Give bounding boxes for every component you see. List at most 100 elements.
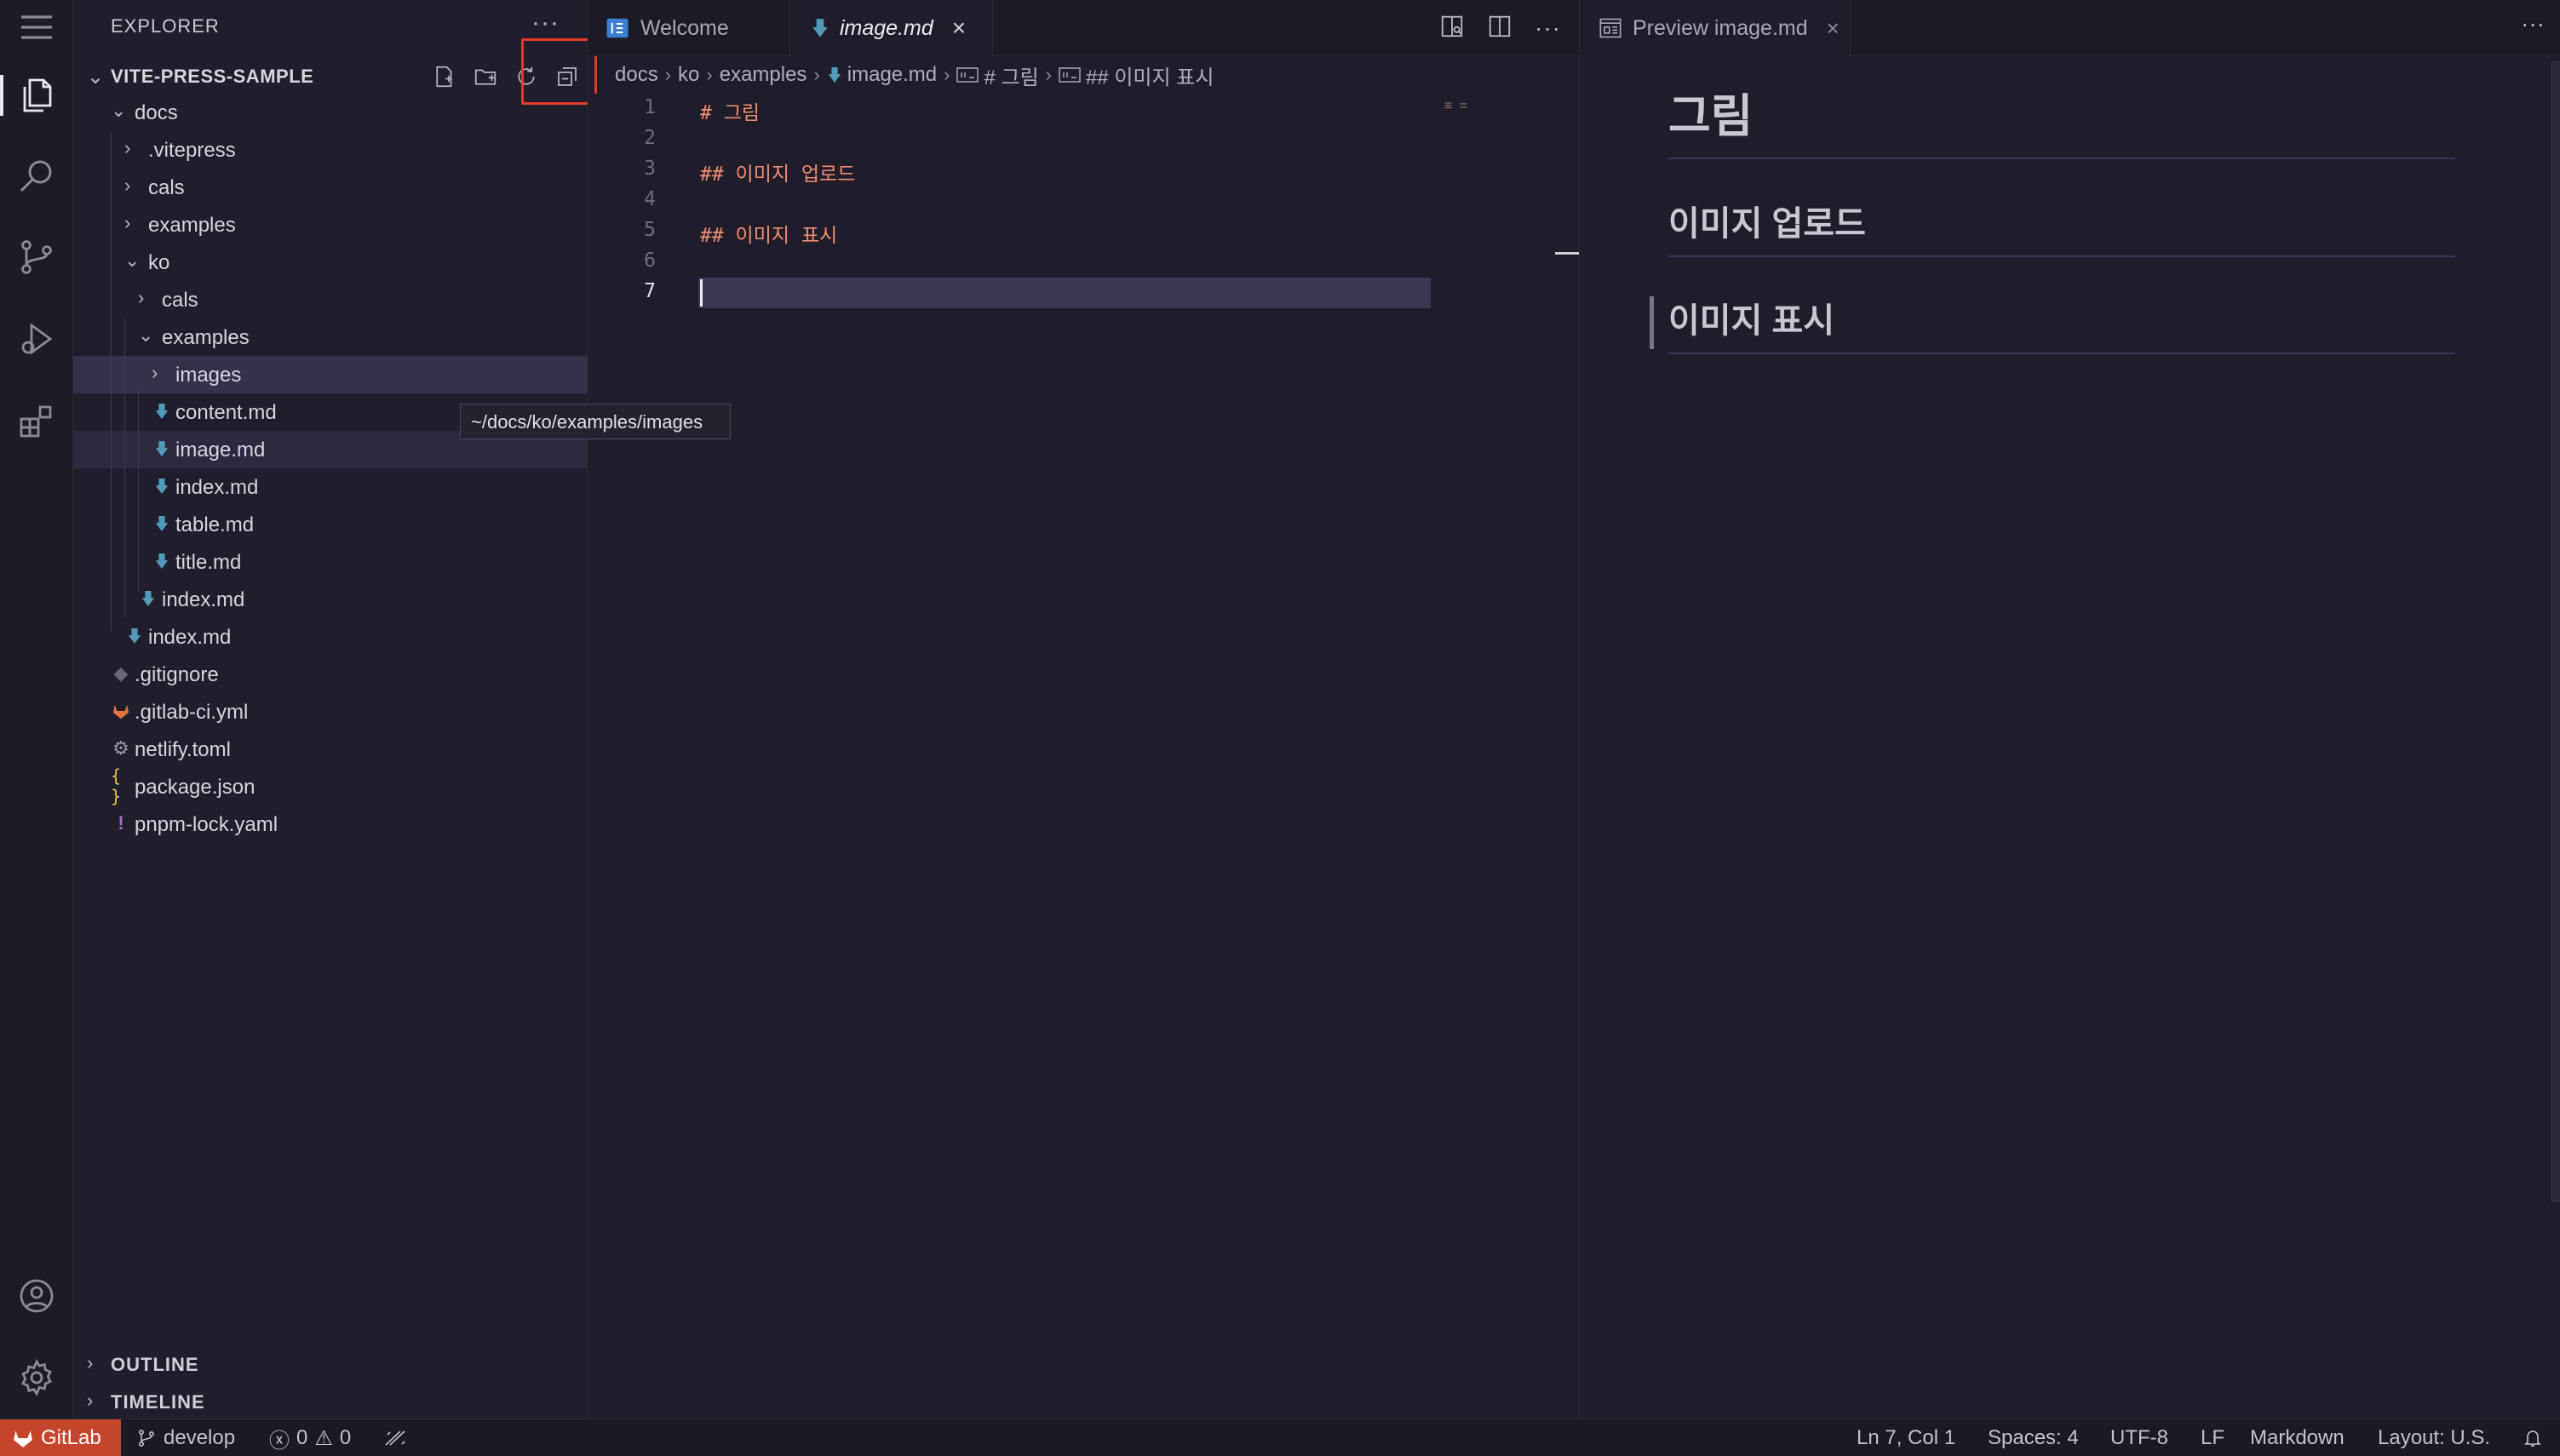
tree-folder[interactable]: › .vitepress — [73, 131, 588, 169]
breadcrumb-item[interactable]: # 그림 — [984, 60, 1038, 90]
tree-label: .gitlab-ci.yml — [135, 701, 249, 724]
markdown-file-icon — [152, 513, 172, 535]
tree-file[interactable]: index.md — [73, 581, 588, 618]
timeline-label: TIMELINE — [111, 1391, 205, 1413]
split-editor-icon[interactable] — [1487, 14, 1512, 43]
keyboard-layout[interactable]: Layout: U.S. — [2378, 1419, 2490, 1456]
branch-indicator[interactable]: develop — [136, 1419, 235, 1456]
chevron-right-icon: › — [124, 212, 131, 233]
account-icon[interactable] — [13, 1272, 60, 1320]
outline-panel-header[interactable]: › OUTLINE — [73, 1345, 588, 1383]
more-actions-icon[interactable]: ··· — [2521, 10, 2545, 37]
line-number: 5 — [644, 219, 656, 241]
tree-label: examples — [148, 214, 236, 237]
tree-folder[interactable]: › cals — [73, 169, 588, 206]
tree-folder[interactable]: › examples — [73, 206, 588, 244]
remote-indicator[interactable]: GitLab — [0, 1419, 121, 1456]
problems-indicator[interactable]: ⓧ 0 ⚠ 0 — [269, 1419, 351, 1456]
code-editor[interactable]: 1 2 3 4 5 6 7 # 그림 ## 이미지 업로드 ## 이미지 표시 ≡ = — [588, 94, 1579, 1419]
cursor-position[interactable]: Ln 7, Col 1 — [1857, 1419, 1955, 1456]
remote-label: GitLab — [41, 1426, 101, 1449]
tree-folder[interactable]: ⌄ docs — [73, 94, 588, 131]
tree-file[interactable]: ⚙ netlify.toml — [73, 731, 588, 768]
tab-welcome[interactable]: Welcome — [588, 0, 790, 56]
explorer-files-icon[interactable] — [0, 72, 60, 119]
indent-guide — [138, 383, 139, 591]
tree-label: package.json — [135, 776, 255, 799]
warning-icon: ⚠ — [314, 1426, 333, 1450]
line-number: 1 — [644, 96, 656, 118]
chevron-down-icon: ⌄ — [124, 249, 141, 271]
close-icon[interactable]: × — [952, 14, 966, 42]
run-debug-icon[interactable] — [13, 315, 60, 363]
preview-tab-bar: Preview image.md × ··· — [1579, 0, 2560, 56]
search-icon[interactable] — [13, 152, 60, 199]
new-file-icon[interactable] — [426, 60, 463, 94]
tree-file[interactable]: .gitlab-ci.yml — [73, 693, 588, 731]
tree-folder[interactable]: ⌄ ko — [73, 244, 588, 281]
breadcrumb-item[interactable]: examples — [720, 63, 807, 87]
tab-image-md[interactable]: image.md × — [790, 0, 993, 56]
close-icon[interactable]: × — [1827, 15, 1840, 42]
chevron-right-icon: › — [813, 64, 820, 85]
breadcrumb-item[interactable]: docs — [615, 63, 658, 87]
tree-folder[interactable]: ⌄ examples — [73, 318, 588, 356]
tree-file[interactable]: title.md — [73, 543, 588, 581]
extensions-icon[interactable] — [13, 397, 60, 444]
tree-file[interactable]: index.md — [73, 618, 588, 656]
status-bar: GitLab develop ⓧ 0 ⚠ 0 Ln 7, Col 1 Space… — [0, 1419, 2560, 1456]
markdown-file-icon — [811, 17, 829, 39]
gitlab-icon — [14, 1430, 32, 1447]
code-line: # 그림 — [700, 102, 761, 124]
source-control-icon[interactable] — [13, 233, 60, 281]
tree-file[interactable]: index.md — [73, 468, 588, 506]
preview-active-line-marker — [1650, 296, 1654, 349]
tree-folder[interactable]: › cals — [73, 281, 588, 318]
tree-file[interactable]: { } package.json — [73, 765, 588, 806]
tree-label: .vitepress — [148, 139, 236, 162]
tab-welcome-label: Welcome — [640, 15, 729, 40]
tree-file[interactable]: ! pnpm-lock.yaml — [73, 805, 588, 843]
tab-preview-image-md[interactable]: Preview image.md × — [1580, 0, 1851, 56]
config-file-icon: ⚙ — [112, 737, 129, 759]
more-actions-icon[interactable]: ··· — [1535, 14, 1561, 42]
symbol-string-icon — [956, 66, 979, 84]
settings-gear-icon[interactable] — [13, 1354, 60, 1402]
notifications-bell-icon[interactable] — [2523, 1419, 2543, 1456]
more-actions-icon[interactable]: ··· — [531, 9, 560, 37]
tree-folder[interactable]: › images — [73, 356, 588, 393]
indentation[interactable]: Spaces: 4 — [1988, 1419, 2079, 1456]
timeline-panel-header[interactable]: › TIMELINE — [73, 1383, 588, 1420]
preview-heading-1: 그림 — [1668, 78, 2455, 159]
preview-icon — [1599, 17, 1622, 39]
markdown-file-icon — [152, 438, 172, 460]
tree-file[interactable]: ◆ .gitignore — [73, 656, 588, 693]
preview-scrollbar[interactable] — [2551, 61, 2560, 1202]
end-of-line[interactable]: LF — [2201, 1419, 2224, 1456]
live-share-icon[interactable] — [383, 1419, 409, 1456]
tree-label: index.md — [162, 588, 245, 611]
line-number: 7 — [644, 280, 656, 302]
breadcrumb-item[interactable]: ko — [678, 63, 699, 87]
error-count: 0 — [296, 1426, 308, 1449]
menu-icon[interactable] — [13, 3, 60, 51]
markdown-file-icon — [152, 400, 172, 422]
breadcrumb-item[interactable]: ## 이미지 표시 — [1086, 60, 1214, 90]
tree-file[interactable]: table.md — [73, 506, 588, 543]
chevron-right-icon: › — [706, 64, 713, 85]
encoding[interactable]: UTF-8 — [2110, 1419, 2168, 1456]
new-folder-icon[interactable] — [467, 60, 504, 94]
chevron-down-icon: ⌄ — [138, 324, 154, 346]
open-preview-icon[interactable] — [1439, 14, 1465, 43]
breadcrumb-item[interactable]: image.md — [847, 63, 937, 87]
minimap[interactable]: ≡ = — [1444, 99, 1469, 114]
yaml-file-icon: ! — [118, 812, 124, 834]
line-number: 4 — [644, 188, 656, 210]
chevron-down-icon: ⌄ — [111, 100, 127, 121]
chevron-right-icon: › — [1045, 64, 1052, 85]
language-mode[interactable]: Markdown — [2250, 1419, 2345, 1456]
code-line: ## 이미지 업로드 — [700, 163, 856, 186]
tree-label: index.md — [148, 626, 232, 649]
markdown-file-icon — [152, 550, 172, 572]
workspace-root[interactable]: ⌄ VITE-PRESS-SAMPLE — [73, 60, 588, 94]
